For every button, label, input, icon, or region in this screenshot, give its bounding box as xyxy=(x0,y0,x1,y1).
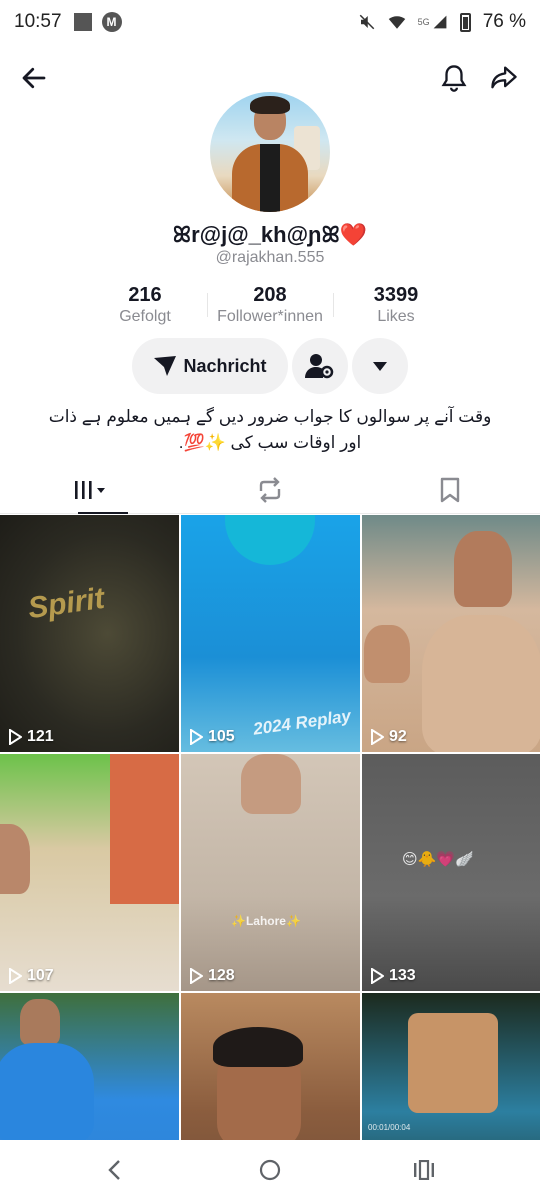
video-tile[interactable]: Spirit 121 xyxy=(0,515,179,752)
share-arrow-icon xyxy=(491,66,517,89)
back-button[interactable] xyxy=(16,60,52,96)
video-tile[interactable] xyxy=(0,993,179,1140)
avatar[interactable] xyxy=(210,92,330,212)
stat-label: Follower*innen xyxy=(217,308,323,325)
view-count: 133 xyxy=(370,967,416,985)
view-count: 92 xyxy=(370,728,407,746)
user-settings-button[interactable] xyxy=(292,338,348,394)
stat-label: Likes xyxy=(377,308,415,325)
system-back-button[interactable] xyxy=(92,1150,136,1190)
bio-line: وقت آنے پر سوالوں کا جواب ضرور دیں گے ہم… xyxy=(48,407,492,426)
system-nav-bar xyxy=(0,1142,540,1199)
play-icon xyxy=(371,729,384,745)
signal-icon xyxy=(432,14,448,30)
view-count-label: 92 xyxy=(389,728,407,745)
status-bar: 10:57 M 5G 76 % xyxy=(0,0,540,44)
profile-actions: Nachricht xyxy=(0,338,540,394)
stat-value: 208 xyxy=(253,284,287,306)
video-tile[interactable]: 107 xyxy=(0,754,179,991)
view-count-label: 133 xyxy=(389,967,416,984)
view-count-label: 105 xyxy=(208,728,235,745)
arrow-left-icon xyxy=(22,67,46,89)
status-time: 10:57 xyxy=(14,11,62,32)
message-button[interactable]: Nachricht xyxy=(132,338,288,394)
message-button-label: Nachricht xyxy=(183,355,267,376)
profile-tabs xyxy=(0,466,540,514)
send-icon xyxy=(154,356,177,376)
active-tab-indicator xyxy=(78,512,128,514)
play-icon xyxy=(190,729,203,745)
video-tile[interactable]: 00:01/00:04 xyxy=(362,993,540,1140)
battery-percentage: 76 % xyxy=(482,11,526,32)
play-icon xyxy=(9,729,22,745)
view-count: 107 xyxy=(8,967,54,985)
motorola-icon: M xyxy=(101,12,122,32)
profile-bio: وقت آنے پر سوالوں کا جواب ضرور دیں گے ہم… xyxy=(40,404,500,456)
bell-icon xyxy=(441,65,467,92)
play-icon xyxy=(9,968,22,984)
view-count: 128 xyxy=(189,967,235,985)
video-grid: Spirit 121 2024 Replay 105 92 107 ✨Lahor… xyxy=(0,515,540,1140)
display-name: ꕤr@j@_kh@ɲꕤ❤️ xyxy=(172,222,368,247)
home-circle-icon xyxy=(259,1159,281,1181)
recents-icon xyxy=(414,1160,434,1180)
network-type-label: 5G xyxy=(417,17,430,27)
chevron-down-icon xyxy=(373,362,387,371)
video-tile[interactable] xyxy=(181,993,360,1140)
mute-icon xyxy=(358,13,376,31)
view-count-label: 107 xyxy=(27,967,54,984)
view-count: 121 xyxy=(8,728,54,746)
bookmark-icon xyxy=(440,477,460,503)
view-count: 105 xyxy=(189,728,235,746)
view-count-label: 121 xyxy=(27,728,54,745)
play-icon xyxy=(190,968,203,984)
stat-followers[interactable]: 208 Follower*innen xyxy=(200,283,340,327)
user-gear-icon xyxy=(305,354,334,379)
system-recents-button[interactable] xyxy=(402,1150,446,1190)
video-tile[interactable]: 92 xyxy=(362,515,540,752)
tab-reposts[interactable] xyxy=(180,466,360,514)
play-icon xyxy=(371,968,384,984)
video-overlay-text: 2024 Replay xyxy=(252,706,353,739)
video-tile[interactable]: 2024 Replay 105 xyxy=(181,515,360,752)
video-overlay-text: Spirit xyxy=(26,581,107,626)
more-options-button[interactable] xyxy=(352,338,408,394)
video-overlay-text: 😊🐥💗🪽 xyxy=(402,851,474,868)
profile-stats: 216 Gefolgt 208 Follower*innen 3399 Like… xyxy=(0,283,540,327)
grid-icon xyxy=(75,481,105,499)
notification-square-icon xyxy=(73,13,92,31)
repost-icon xyxy=(259,477,281,503)
stat-value: 216 xyxy=(128,284,162,306)
bio-line: اور اوقات سب کی ✨💯. xyxy=(178,433,362,452)
stat-likes[interactable]: 3399 Likes xyxy=(326,283,466,327)
tab-saved[interactable] xyxy=(360,466,540,514)
stat-value: 3399 xyxy=(373,284,419,306)
video-tile[interactable]: 😊🐥💗🪽 133 xyxy=(362,754,540,991)
view-count-label: 128 xyxy=(208,967,235,984)
tab-videos[interactable] xyxy=(0,466,180,514)
stat-label: Gefolgt xyxy=(119,308,171,325)
stat-following[interactable]: 216 Gefolgt xyxy=(75,283,215,327)
system-home-button[interactable] xyxy=(248,1150,292,1190)
wifi-icon xyxy=(388,14,406,30)
share-button[interactable] xyxy=(486,60,522,96)
battery-icon xyxy=(459,12,471,32)
chevron-left-icon xyxy=(108,1160,120,1180)
video-time-overlay: 00:01/00:04 xyxy=(368,1123,411,1132)
notifications-button[interactable] xyxy=(436,60,472,96)
username: @rajakhan.555 xyxy=(215,249,325,266)
video-tile[interactable]: ✨Lahore✨ 128 xyxy=(181,754,360,991)
video-overlay-text: ✨Lahore✨ xyxy=(231,914,301,928)
